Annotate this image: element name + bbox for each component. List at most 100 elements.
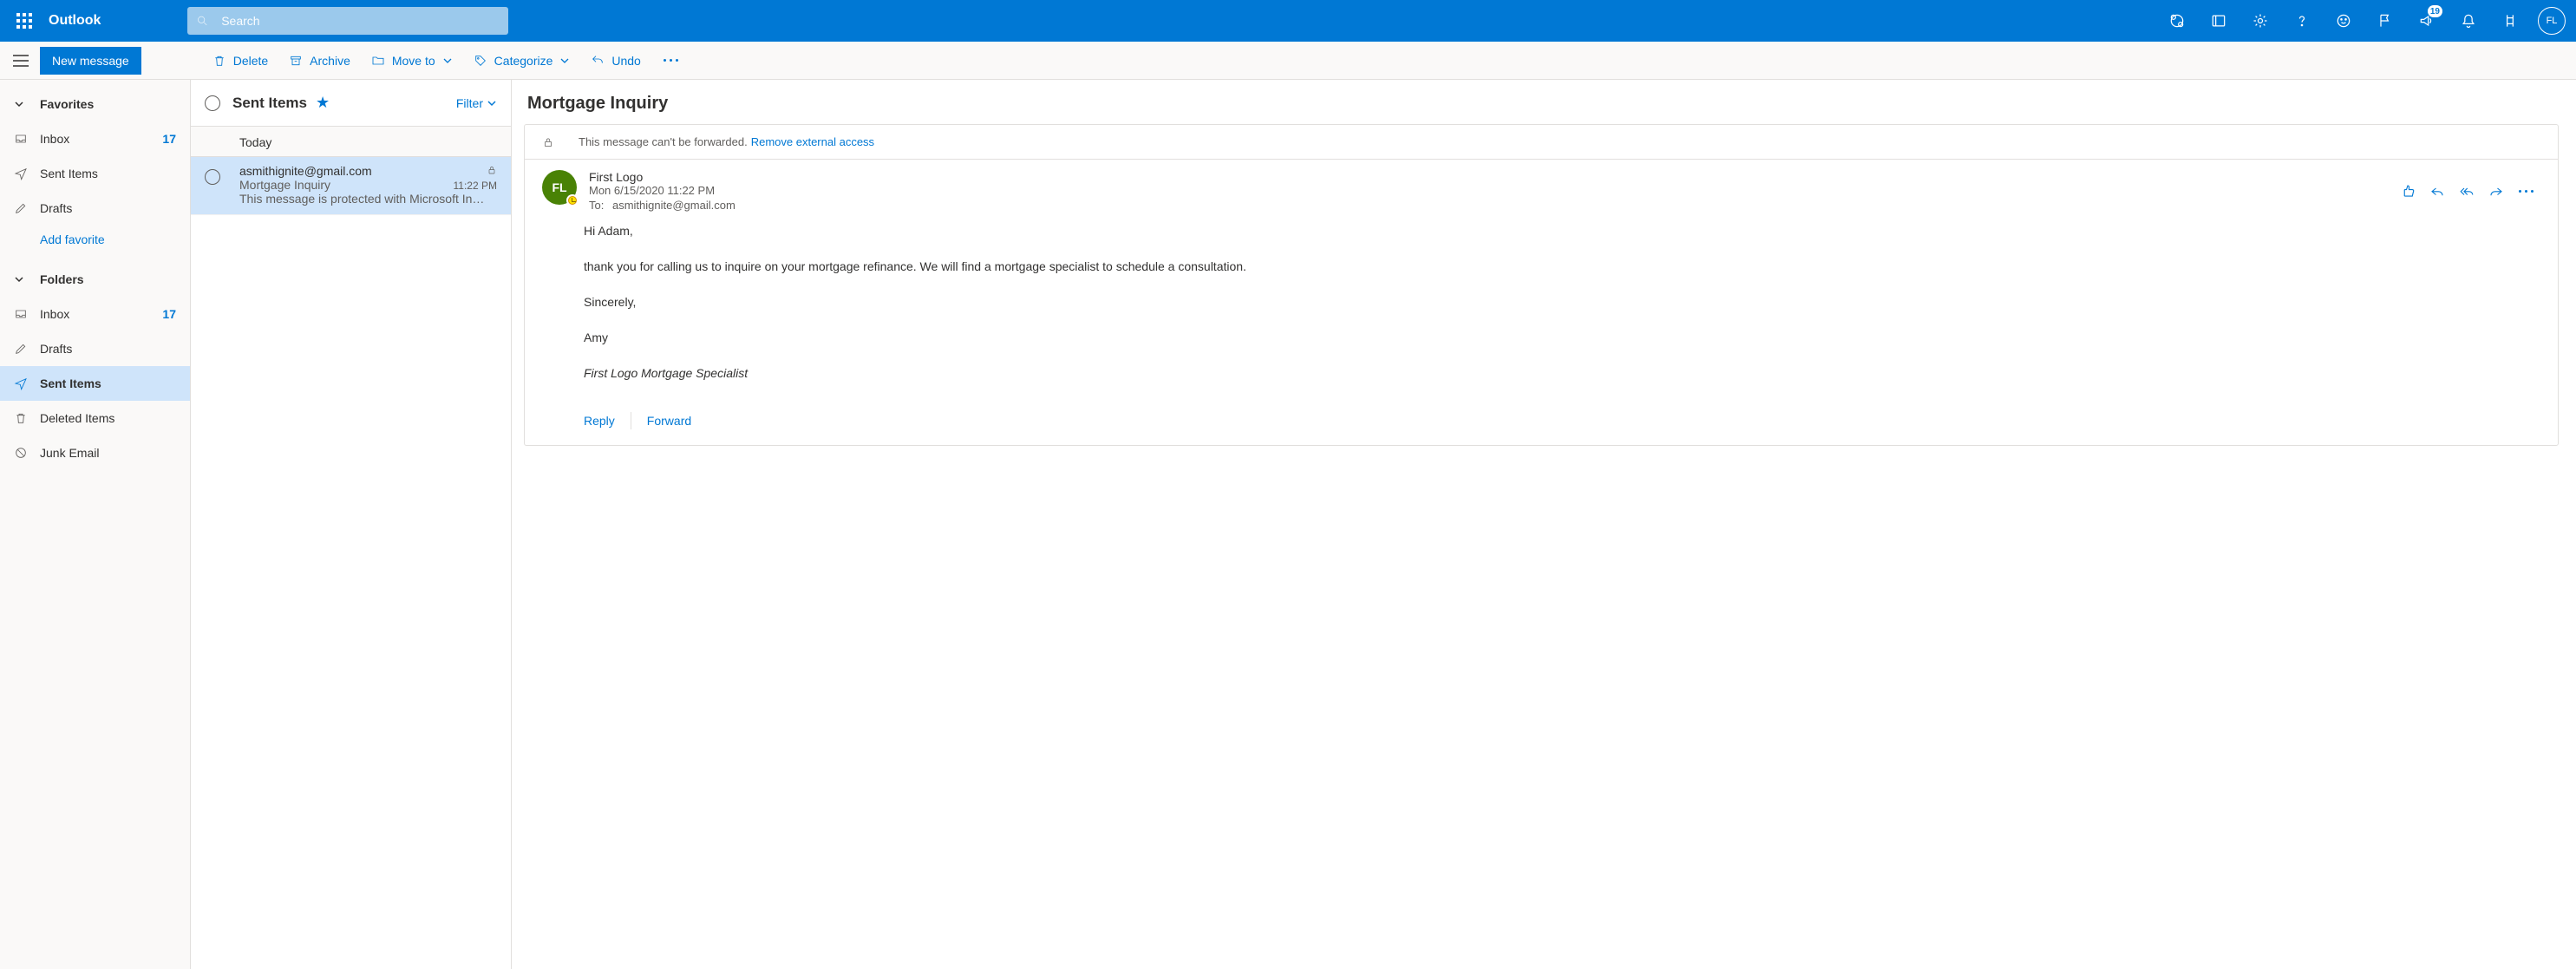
account-avatar[interactable]: FL bbox=[2538, 7, 2566, 35]
fld-drafts[interactable]: Drafts bbox=[0, 331, 190, 366]
body-signature: First Logo Mortgage Specialist bbox=[584, 364, 2509, 383]
filter-button[interactable]: Filter bbox=[456, 96, 497, 110]
fld-inbox-label: Inbox bbox=[40, 307, 162, 321]
chevron-down-icon bbox=[14, 274, 24, 285]
trash-icon bbox=[14, 411, 28, 425]
inbox-icon bbox=[14, 132, 28, 146]
favorite-star-icon[interactable]: ★ bbox=[316, 94, 330, 112]
message-actions bbox=[2393, 170, 2540, 212]
chevron-down-icon bbox=[487, 98, 497, 108]
waffle-icon bbox=[16, 13, 32, 29]
body-greeting: Hi Adam, bbox=[584, 222, 2509, 240]
fld-junk-label: Junk Email bbox=[40, 446, 176, 460]
message-select-toggle[interactable] bbox=[205, 169, 220, 185]
list-group-today: Today bbox=[191, 127, 511, 157]
categorize-label: Categorize bbox=[494, 54, 553, 68]
more-commands-button[interactable] bbox=[651, 59, 690, 62]
move-to-button[interactable]: Move to bbox=[361, 42, 463, 80]
archive-label: Archive bbox=[310, 54, 350, 68]
select-all-toggle[interactable] bbox=[205, 95, 220, 111]
search-box[interactable] bbox=[187, 7, 508, 35]
filter-label: Filter bbox=[456, 96, 483, 110]
skype-icon[interactable] bbox=[2156, 0, 2198, 42]
fav-sent[interactable]: Sent Items bbox=[0, 156, 190, 191]
list-title: Sent Items bbox=[232, 95, 307, 112]
folders-label: Folders bbox=[40, 272, 84, 286]
forward-button-icon[interactable] bbox=[2481, 179, 2511, 203]
fld-drafts-label: Drafts bbox=[40, 342, 176, 356]
reading-pane: Mortgage Inquiry This message can't be f… bbox=[512, 80, 2576, 969]
app-launcher-icon[interactable] bbox=[3, 0, 45, 42]
fld-deleted-label: Deleted Items bbox=[40, 411, 176, 425]
reply-forward-row: Reply Forward bbox=[525, 400, 2558, 445]
message-subject: Mortgage Inquiry bbox=[239, 178, 447, 192]
main-area: Favorites Inbox 17 Sent Items Drafts Add… bbox=[0, 80, 2576, 969]
favorites-label: Favorites bbox=[40, 97, 94, 111]
presence-indicator bbox=[566, 194, 579, 206]
fav-inbox-count: 17 bbox=[162, 132, 176, 146]
fav-drafts[interactable]: Drafts bbox=[0, 191, 190, 226]
archive-button[interactable]: Archive bbox=[278, 42, 361, 80]
sender-avatar[interactable]: FL bbox=[542, 170, 577, 205]
fld-sent[interactable]: Sent Items bbox=[0, 366, 190, 401]
folder-pane: Favorites Inbox 17 Sent Items Drafts Add… bbox=[0, 80, 191, 969]
reply-button[interactable] bbox=[2422, 179, 2452, 203]
flag-icon[interactable] bbox=[2364, 0, 2406, 42]
fav-drafts-label: Drafts bbox=[40, 201, 176, 215]
message-time: 11:22 PM bbox=[454, 180, 497, 192]
to-label: To: bbox=[589, 199, 604, 212]
fld-deleted[interactable]: Deleted Items bbox=[0, 401, 190, 435]
like-button[interactable] bbox=[2393, 179, 2422, 203]
forward-link[interactable]: Forward bbox=[647, 414, 691, 428]
fld-inbox-count: 17 bbox=[162, 307, 176, 321]
chevron-down-icon bbox=[559, 56, 570, 66]
delete-button[interactable]: Delete bbox=[202, 42, 278, 80]
body-paragraph: thank you for calling us to inquire on y… bbox=[584, 258, 2509, 276]
brand-label[interactable]: Outlook bbox=[49, 13, 101, 29]
search-wrap bbox=[187, 7, 508, 35]
banner-text: This message can't be forwarded. bbox=[579, 135, 748, 148]
undo-icon bbox=[591, 54, 605, 68]
notes-icon[interactable] bbox=[2198, 0, 2239, 42]
diagnostics-icon[interactable] bbox=[2489, 0, 2531, 42]
notifications-icon[interactable] bbox=[2448, 0, 2489, 42]
nav-toggle-icon[interactable] bbox=[7, 47, 35, 75]
emoji-icon[interactable] bbox=[2323, 0, 2364, 42]
help-icon[interactable] bbox=[2281, 0, 2323, 42]
fld-inbox[interactable]: Inbox 17 bbox=[0, 297, 190, 331]
protection-banner: This message can't be forwarded. Remove … bbox=[525, 125, 2558, 160]
list-header: Sent Items ★ Filter bbox=[191, 80, 511, 127]
fav-inbox-label: Inbox bbox=[40, 132, 162, 146]
sender-name: First Logo bbox=[589, 170, 2393, 184]
sender-initials: FL bbox=[552, 180, 566, 194]
suite-header: Outlook 19 FL bbox=[0, 0, 2576, 42]
more-actions-button[interactable] bbox=[2511, 179, 2540, 203]
folders-section[interactable]: Folders bbox=[0, 262, 190, 297]
undo-button[interactable]: Undo bbox=[580, 42, 651, 80]
whats-new-badge: 19 bbox=[2428, 5, 2442, 17]
message-body: Hi Adam, thank you for calling us to inq… bbox=[525, 212, 2558, 383]
search-input[interactable] bbox=[219, 13, 500, 29]
add-favorite-link[interactable]: Add favorite bbox=[0, 226, 190, 253]
new-message-button[interactable]: New message bbox=[40, 47, 141, 75]
favorites-section[interactable]: Favorites bbox=[0, 87, 190, 121]
command-bar: New message Delete Archive Move to Categ… bbox=[0, 42, 2576, 80]
reply-link[interactable]: Reply bbox=[584, 414, 615, 428]
message-preview: This message is protected with Microsoft… bbox=[239, 192, 497, 206]
settings-icon[interactable] bbox=[2239, 0, 2281, 42]
fld-junk[interactable]: Junk Email bbox=[0, 435, 190, 470]
fav-inbox[interactable]: Inbox 17 bbox=[0, 121, 190, 156]
move-to-label: Move to bbox=[392, 54, 435, 68]
chevron-down-icon bbox=[14, 99, 24, 109]
sent-datetime: Mon 6/15/2020 11:22 PM bbox=[589, 184, 2393, 197]
whats-new-icon[interactable]: 19 bbox=[2406, 0, 2448, 42]
reply-all-button[interactable] bbox=[2452, 179, 2481, 203]
remove-access-link[interactable]: Remove external access bbox=[751, 135, 874, 148]
pencil-icon bbox=[14, 342, 28, 356]
reading-subject: Mortgage Inquiry bbox=[527, 94, 2555, 114]
search-icon bbox=[196, 14, 209, 28]
message-item[interactable]: asmithignite@gmail.com Mortgage Inquiry … bbox=[191, 157, 511, 215]
pencil-icon bbox=[14, 201, 28, 215]
categorize-button[interactable]: Categorize bbox=[463, 42, 581, 80]
message-header: FL First Logo Mon 6/15/2020 11:22 PM To:… bbox=[525, 160, 2558, 212]
